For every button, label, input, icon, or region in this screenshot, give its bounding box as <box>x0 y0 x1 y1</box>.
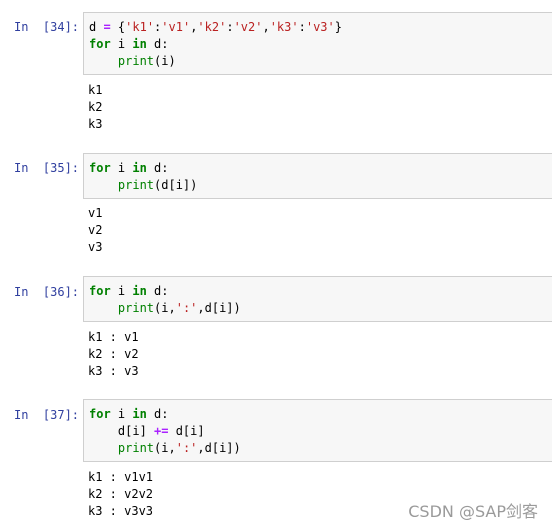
code-token: i <box>110 407 133 421</box>
code-input[interactable]: for i in d: d[i] += d[i] print(i,':',d[i… <box>83 399 552 462</box>
code-token: : <box>298 20 306 34</box>
cell-output: k1 k2 k3 <box>88 82 102 133</box>
output-line: k2 : v2v2 <box>88 487 154 501</box>
code-token: in <box>132 161 147 175</box>
code-token: d: <box>146 407 169 421</box>
output-line: k1 : v1 <box>88 330 139 344</box>
output-line: k3 : v3 <box>88 364 139 378</box>
output-line: k1 : v1v1 <box>88 470 154 484</box>
output-line: v2 <box>88 223 103 237</box>
code-token: d: <box>146 161 169 175</box>
output-line: k1 <box>88 83 103 97</box>
code-token: 'v1' <box>161 20 191 34</box>
code-input[interactable]: for i in d: print(i,':',d[i]) <box>83 276 552 322</box>
code-token: i <box>110 284 133 298</box>
code-token: (d[i]) <box>154 178 198 192</box>
output-line: k2 <box>88 100 103 114</box>
cell-output: v1 v2 v3 <box>88 205 102 256</box>
code-token: ':' <box>175 441 198 455</box>
code-token: (i, <box>154 301 176 315</box>
output-line: k3 <box>88 117 103 131</box>
code-token: 'v2' <box>233 20 263 34</box>
code-token: for <box>89 284 111 298</box>
code-token: print <box>117 54 155 68</box>
code-line: for i in d: <box>89 283 552 300</box>
input-prompt: In [36]: <box>14 285 80 299</box>
code-token: 'k3' <box>269 20 299 34</box>
code-token: in <box>132 37 147 51</box>
code-token: d[i] <box>168 424 205 438</box>
input-prompt: In [35]: <box>14 161 80 175</box>
code-line: d = {'k1':'v1','k2':'v2','k3':'v3'} <box>89 19 552 36</box>
output-line: v3 <box>88 240 103 254</box>
code-line: for i in d: <box>89 160 552 177</box>
output-line: k2 : v2 <box>88 347 139 361</box>
code-token: (i, <box>154 441 176 455</box>
code-token: (i) <box>154 54 176 68</box>
code-input[interactable]: d = {'k1':'v1','k2':'v2','k3':'v3'} for i… <box>83 12 552 75</box>
code-line: d[i] += d[i] <box>89 423 552 440</box>
input-prompt: In [34]: <box>14 20 80 34</box>
code-line: print(i,':',d[i]) <box>89 300 552 317</box>
code-token: i <box>110 161 133 175</box>
code-line: print(d[i]) <box>89 177 552 194</box>
watermark: CSDN @SAP剑客 <box>408 502 538 521</box>
code-token: } <box>334 20 342 34</box>
code-token: : <box>226 20 234 34</box>
code-token: { <box>110 20 126 34</box>
code-token: d: <box>146 37 169 51</box>
code-line: for i in d: <box>89 36 552 53</box>
code-token: 'k1' <box>125 20 155 34</box>
code-token: += <box>154 424 169 438</box>
code-token: ,d[i]) <box>197 441 241 455</box>
code-line: print(i) <box>89 53 552 70</box>
code-token: , <box>262 20 270 34</box>
code-token: d <box>89 20 104 34</box>
output-line: k3 : v3v3 <box>88 504 154 518</box>
cell-output: k1 : v1v1 k2 : v2v2 k3 : v3v3 <box>88 469 153 520</box>
code-token: print <box>117 301 155 315</box>
code-token: in <box>132 407 147 421</box>
code-token: = <box>103 20 111 34</box>
code-token: for <box>89 161 111 175</box>
cell-output: k1 : v1 k2 : v2 k3 : v3 <box>88 329 139 380</box>
output-line: v1 <box>88 206 103 220</box>
code-token: for <box>89 407 111 421</box>
code-token: i <box>110 37 133 51</box>
code-token: 'v3' <box>305 20 335 34</box>
code-token: d[i] <box>89 424 155 438</box>
code-token: in <box>132 284 147 298</box>
code-token: 'k2' <box>197 20 227 34</box>
code-token: ':' <box>175 301 198 315</box>
code-token: for <box>89 37 111 51</box>
code-input[interactable]: for i in d: print(d[i]) <box>83 153 552 199</box>
input-prompt: In [37]: <box>14 408 80 422</box>
code-line: for i in d: <box>89 406 552 423</box>
code-token: print <box>117 178 155 192</box>
code-token: ,d[i]) <box>197 301 241 315</box>
code-token: print <box>117 441 155 455</box>
code-line: print(i,':',d[i]) <box>89 440 552 457</box>
code-token: d: <box>146 284 169 298</box>
